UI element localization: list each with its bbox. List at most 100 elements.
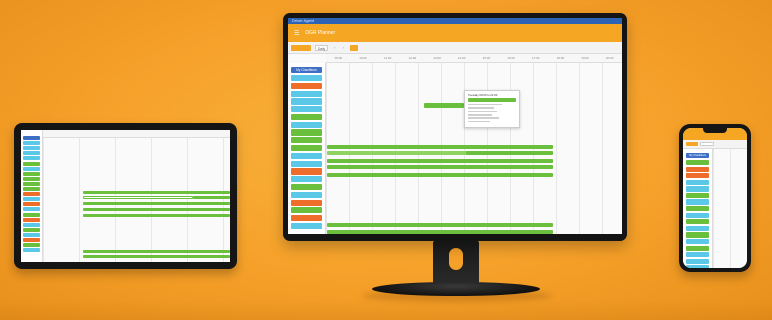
resource-chip[interactable]	[22, 237, 41, 242]
phone-resource-sidebar: My Chauffeurs	[683, 149, 713, 268]
event-bar[interactable]	[424, 103, 464, 108]
resource-chip[interactable]	[291, 160, 322, 167]
resource-chip[interactable]	[685, 160, 710, 166]
resource-chip[interactable]	[685, 186, 710, 192]
view-select[interactable]: Daily	[315, 44, 329, 51]
resource-chip[interactable]	[685, 192, 710, 199]
resource-chip[interactable]	[22, 227, 41, 232]
resource-chip[interactable]	[685, 219, 710, 225]
resource-chip[interactable]	[685, 265, 710, 268]
resource-chip[interactable]	[685, 166, 710, 172]
event-bar[interactable]	[83, 196, 193, 199]
resource-chip[interactable]	[685, 212, 710, 218]
timeline-hour: 13:00	[433, 56, 441, 60]
resource-chip[interactable]	[685, 238, 710, 245]
resource-chip[interactable]	[22, 232, 41, 237]
monitor-stand-cutout	[449, 248, 463, 270]
resource-chip[interactable]	[291, 183, 322, 191]
resource-chip[interactable]	[22, 212, 41, 217]
schedule-grid[interactable]	[326, 63, 622, 234]
event-bar[interactable]	[327, 223, 553, 227]
event-bar[interactable]	[83, 191, 230, 194]
resource-chip[interactable]	[22, 181, 41, 186]
resource-chip[interactable]	[291, 145, 322, 152]
phone-notch	[703, 128, 727, 133]
resource-chip[interactable]	[685, 225, 710, 231]
resource-chip[interactable]	[685, 199, 710, 205]
resource-chip[interactable]	[685, 179, 710, 185]
chevron-left-icon[interactable]: ‹	[332, 45, 337, 51]
resource-chip[interactable]	[22, 146, 41, 151]
resource-chip[interactable]	[22, 222, 41, 227]
event-bar[interactable]	[327, 151, 467, 155]
grid-icon[interactable]	[350, 44, 359, 51]
resource-chip[interactable]	[22, 166, 41, 171]
resource-chip[interactable]	[291, 75, 322, 82]
timeline-hour: 17:00	[531, 56, 540, 60]
resource-chip[interactable]	[685, 245, 710, 251]
resource-chip[interactable]	[685, 206, 710, 212]
event-bar[interactable]	[83, 202, 230, 205]
phone-schedule-grid[interactable]	[713, 149, 747, 268]
resource-chip[interactable]	[291, 215, 322, 222]
view-select[interactable]	[700, 142, 714, 146]
resource-chip[interactable]	[22, 141, 41, 146]
resource-chip[interactable]	[291, 137, 322, 144]
date-picker-button[interactable]	[291, 44, 311, 51]
resource-chip[interactable]	[22, 207, 41, 212]
resource-chip[interactable]	[291, 168, 322, 175]
resource-chip[interactable]	[291, 98, 322, 105]
resource-chip[interactable]	[22, 161, 41, 166]
resource-chip[interactable]	[22, 217, 41, 222]
date-picker-button[interactable]	[686, 142, 698, 146]
resource-chip[interactable]	[291, 90, 322, 97]
resource-chip[interactable]	[22, 248, 41, 253]
resource-chip[interactable]	[22, 187, 41, 192]
event-bar[interactable]	[466, 151, 553, 155]
tablet-schedule-grid[interactable]	[43, 138, 230, 262]
tablet-timeline-header	[43, 130, 230, 138]
resource-chip[interactable]	[22, 192, 41, 197]
resource-chip[interactable]	[685, 173, 710, 179]
resource-chip[interactable]	[22, 151, 41, 156]
event-tooltip: Tuesday 09:00 to 21:00	[464, 90, 520, 128]
tooltip-event-chip	[468, 98, 516, 102]
timeline-hour: 10:00	[359, 56, 367, 60]
event-bar[interactable]	[327, 230, 553, 234]
resource-chip[interactable]	[291, 82, 322, 89]
app-title: DGR Planner	[305, 30, 336, 36]
event-bar[interactable]	[327, 145, 553, 149]
menu-icon[interactable]: ☰	[294, 30, 299, 37]
resource-chip[interactable]	[291, 222, 322, 230]
resource-chip[interactable]	[685, 258, 710, 264]
resource-chip[interactable]	[291, 191, 322, 198]
event-bar[interactable]	[193, 196, 230, 199]
resource-chip[interactable]	[291, 121, 322, 128]
chevron-right-icon[interactable]: ›	[341, 45, 346, 51]
event-bar[interactable]	[83, 255, 230, 258]
resource-chip[interactable]	[22, 197, 41, 202]
resource-chip[interactable]	[22, 156, 41, 161]
event-bar[interactable]	[327, 159, 553, 163]
event-bar[interactable]	[327, 173, 553, 177]
resource-chip[interactable]	[291, 152, 322, 159]
resource-chip[interactable]	[291, 207, 322, 214]
resource-chip[interactable]	[685, 232, 710, 238]
resource-chip[interactable]	[291, 199, 322, 206]
resource-chip[interactable]	[291, 176, 322, 183]
resource-chip[interactable]	[22, 136, 41, 141]
resource-chip[interactable]	[291, 106, 322, 113]
event-bar[interactable]	[83, 208, 230, 211]
resource-chip[interactable]	[22, 202, 41, 207]
resource-chip[interactable]	[685, 252, 710, 258]
event-bar[interactable]	[327, 165, 553, 169]
event-bar[interactable]	[83, 214, 230, 217]
event-bar[interactable]	[83, 250, 230, 253]
resource-chip[interactable]	[22, 176, 41, 181]
resource-chip[interactable]	[291, 113, 322, 121]
resource-chip[interactable]	[22, 243, 41, 248]
os-title: Driver Agent	[292, 18, 315, 23]
resource-chip[interactable]	[22, 171, 41, 176]
resource-chip[interactable]	[291, 129, 322, 136]
tablet-device	[14, 123, 237, 269]
